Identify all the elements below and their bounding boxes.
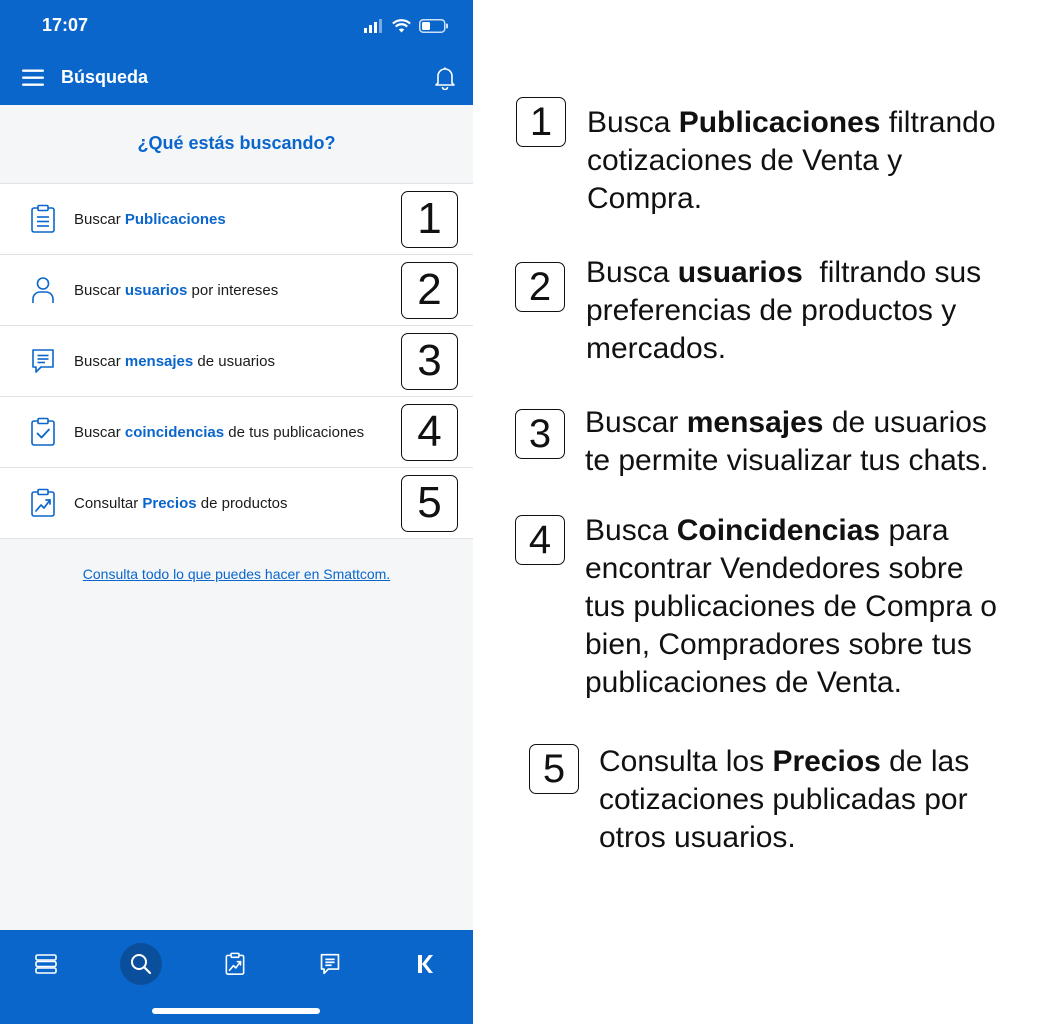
number-badge-4: 4 <box>401 403 458 461</box>
bottom-tab-bar <box>0 930 473 1024</box>
message-icon <box>320 953 340 975</box>
list-icon <box>35 954 57 974</box>
search-icon <box>131 954 152 975</box>
search-messages-label: Buscar mensajes de usuarios <box>74 352 275 370</box>
message-icon <box>28 346 58 376</box>
search-publications-label: Buscar Publicaciones <box>74 210 226 228</box>
tab-list[interactable] <box>18 936 74 992</box>
explanation-number-4: 4 <box>515 515 565 565</box>
explanation-text-1: Busca Publicaciones filtrando cotizacion… <box>587 106 996 215</box>
check-prices-label: Consultar Precios de productos <box>74 494 288 512</box>
check-prices-item[interactable]: Consultar Precios de productos 5 <box>0 468 473 539</box>
tab-search[interactable] <box>113 936 169 992</box>
explanation-text-4: Busca Coincidencias para encontrar Vende… <box>585 514 997 699</box>
page-title: Búsqueda <box>61 67 149 87</box>
explanation-number-3: 3 <box>515 409 565 459</box>
hamburger-menu-icon[interactable] <box>22 66 46 90</box>
number-badge-1: 1 <box>401 190 458 248</box>
battery-icon <box>419 19 448 33</box>
search-matches-item[interactable]: Buscar coincidencias de tus publicacione… <box>0 397 473 468</box>
explanation-text-3: Buscar mensajes de usuarios te permite v… <box>585 406 989 477</box>
clipboard-check-icon <box>28 417 58 447</box>
explanation-text-5: Consulta los Precios de las cotizaciones… <box>599 745 970 854</box>
status-time: 17:07 <box>42 15 89 35</box>
search-matches-label: Buscar coincidencias de tus publicacione… <box>74 423 365 441</box>
home-indicator <box>152 1008 320 1014</box>
wifi-icon <box>392 19 411 33</box>
signal-icon <box>364 19 382 33</box>
explanation-number-1: 1 <box>516 97 566 147</box>
explanation-number-5: 5 <box>529 744 579 794</box>
number-badge-3: 3 <box>401 332 458 390</box>
tab-messages[interactable] <box>302 936 358 992</box>
search-publications-item[interactable]: Buscar Publicaciones 1 <box>0 184 473 255</box>
explanation-number-2: 2 <box>515 262 565 312</box>
explanation-text-2: Busca usuarios filtrando sus preferencia… <box>586 256 982 365</box>
tab-profile[interactable] <box>397 936 453 992</box>
clipboard-list-icon <box>28 204 58 234</box>
search-options-list: Buscar Publicaciones 1 Buscar usuarios p… <box>0 183 473 539</box>
tab-prices[interactable] <box>207 936 263 992</box>
search-users-item[interactable]: Buscar usuarios por intereses 2 <box>0 255 473 326</box>
top-bar: 17:07 Búsqueda <box>0 0 473 105</box>
clipboard-chart-icon <box>28 488 58 518</box>
clipboard-chart-icon <box>225 952 245 975</box>
user-icon <box>28 275 58 305</box>
search-messages-item[interactable]: Buscar mensajes de usuarios 3 <box>0 326 473 397</box>
phone-screen: 17:07 Búsqueda ¿Qué estás buscando? Busc… <box>0 0 473 1024</box>
status-icons <box>364 16 449 36</box>
number-badge-5: 5 <box>401 474 458 532</box>
smattcom-info-link[interactable]: Consulta todo lo que puedes hacer en Sma… <box>0 566 473 582</box>
k-logo-icon <box>418 955 433 973</box>
number-badge-2: 2 <box>401 261 458 319</box>
bell-icon[interactable] <box>434 66 456 91</box>
search-question: ¿Qué estás buscando? <box>137 133 336 153</box>
search-users-label: Buscar usuarios por intereses <box>74 281 279 299</box>
